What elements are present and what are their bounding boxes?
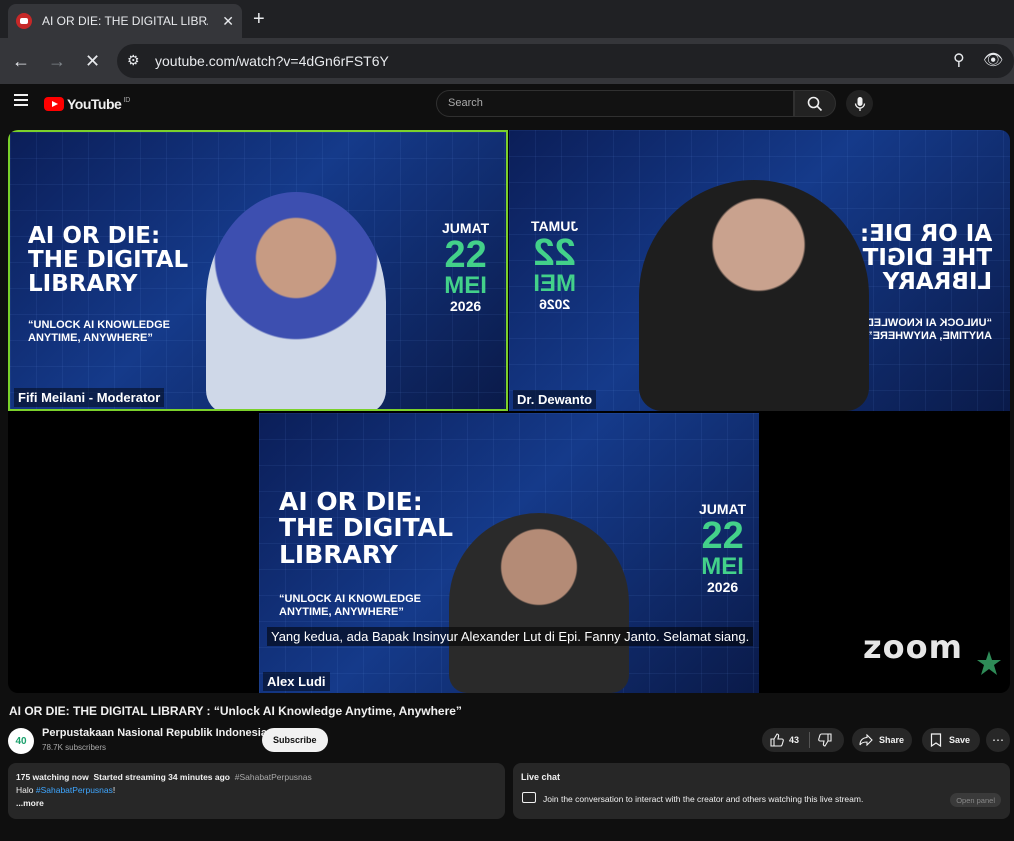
live-chat-title: Live chat xyxy=(521,772,561,782)
site-info-icon[interactable]: ⚙ xyxy=(127,52,145,70)
share-button[interactable]: Share xyxy=(852,728,912,752)
description-exclaim: ! xyxy=(112,785,116,795)
like-dislike-group: 43 xyxy=(762,728,844,752)
video-player[interactable]: AI OR DIE: THE DIGITAL LIBRARY “UNLOCK A… xyxy=(8,130,1010,693)
event-date-number: 22 xyxy=(701,515,744,557)
stop-loading-icon[interactable]: ✕ xyxy=(85,51,100,72)
event-month: MEI xyxy=(701,553,744,580)
event-date: JUMAT 22 MEI 2026 xyxy=(442,220,489,314)
browser-tab-strip: AI OR DIE: THE DIGITAL LIBRAR… ✕ + xyxy=(0,0,1014,38)
open-panel-button[interactable]: Open panel xyxy=(950,793,1001,807)
youtube-logo-text: YouTube xyxy=(67,96,122,112)
new-tab-button[interactable]: + xyxy=(253,8,265,31)
youtube-header: YouTube ID Search xyxy=(0,84,1014,124)
tab-title: AI OR DIE: THE DIGITAL LIBRAR… xyxy=(42,14,208,28)
country-code: ID xyxy=(123,96,131,104)
youtube-play-icon xyxy=(44,97,64,111)
event-date: JUMAT 22 MEI 2026 xyxy=(699,501,746,595)
live-chat-box: Live chat Join the conversation to inter… xyxy=(513,763,1010,819)
event-year: 2026 xyxy=(450,298,482,314)
description-box[interactable]: 175 watching now Started streaming 34 mi… xyxy=(8,763,505,819)
search-button[interactable] xyxy=(794,90,836,117)
browser-toolbar: ← → ✕ ⚙ youtube.com/watch?v=4dGn6rFST6Y … xyxy=(0,38,1014,84)
event-year: 2026 xyxy=(707,579,739,595)
url-text[interactable]: youtube.com/watch?v=4dGn6rFST6Y xyxy=(155,53,389,69)
thumbs-down-icon[interactable] xyxy=(818,733,832,747)
subscribe-button[interactable]: Subscribe xyxy=(262,728,328,752)
search-icon xyxy=(807,96,823,111)
participant-name: Alex Ludi xyxy=(263,672,330,691)
participant-tile-alex: AI OR DIE: THE DIGITAL LIBRARY “UNLOCK A… xyxy=(259,413,759,693)
more-actions-button[interactable]: ⋯ xyxy=(986,728,1010,752)
thumbs-up-icon[interactable] xyxy=(770,733,784,747)
event-subline: “UNLOCK AI KNOWLEDGE ANYTIME, ANYWHERE” xyxy=(279,593,421,619)
bookmark-icon xyxy=(930,733,942,747)
back-icon[interactable]: ← xyxy=(12,51,30,72)
zoom-icon[interactable]: ⚲ xyxy=(953,50,965,70)
event-date-number: 22 xyxy=(444,234,487,276)
show-more-link[interactable]: ...more xyxy=(16,797,497,810)
forward-icon[interactable]: → xyxy=(48,51,66,72)
event-year: 2026 xyxy=(539,296,571,312)
watching-count: 175 watching now xyxy=(16,772,89,782)
video-title: AI OR DIE: THE DIGITAL LIBRARY : “Unlock… xyxy=(9,704,462,718)
address-bar[interactable]: ⚙ youtube.com/watch?v=4dGn6rFST6Y ⚲ 👁 xyxy=(117,44,1014,78)
save-label: Save xyxy=(949,735,971,745)
participant-name: Dr. Dewanto xyxy=(513,390,597,409)
description-greeting: Halo xyxy=(16,785,34,795)
participant-tile-moderator: AI OR DIE: THE DIGITAL LIBRARY “UNLOCK A… xyxy=(8,130,508,411)
like-count[interactable]: 43 xyxy=(789,735,799,745)
event-date-number: 22 xyxy=(533,232,576,274)
youtube-logo[interactable]: YouTube ID xyxy=(44,96,130,112)
event-subline: “UNLOCK AI KNOWLEDGE ANYTIME, ANYWHERE” xyxy=(28,319,170,345)
save-button[interactable]: Save xyxy=(922,728,980,752)
participant-name: Fifi Meilani - Moderator xyxy=(14,388,165,407)
chat-bubble-icon xyxy=(522,792,536,803)
channel-info: 40 Perpustakaan Nasional Republik Indone… xyxy=(8,727,267,754)
event-month: MEI xyxy=(533,270,576,297)
zoom-watermark: zoom xyxy=(863,628,963,666)
description-hashtag-link[interactable]: #SahabatPerpusnas xyxy=(36,785,113,795)
channel-avatar[interactable]: 40 xyxy=(8,728,34,754)
star-logo-icon xyxy=(977,651,1001,675)
browser-tab[interactable]: AI OR DIE: THE DIGITAL LIBRAR… ✕ xyxy=(8,4,242,38)
divider xyxy=(809,732,811,748)
eye-off-icon[interactable]: 👁 xyxy=(983,50,1003,70)
speaker-video xyxy=(639,180,869,411)
search-input[interactable]: Search xyxy=(436,90,794,117)
more-dots-icon: ⋯ xyxy=(992,733,1004,747)
event-month: MEI xyxy=(444,272,487,299)
share-label: Share xyxy=(879,735,905,745)
share-icon xyxy=(859,734,873,746)
subtitle-caption: Yang kedua, ada Bapak Insinyur Alexander… xyxy=(267,627,754,646)
stream-started: Started streaming 34 minutes ago xyxy=(93,772,230,782)
participant-tile-dewanto: AI OR DIE: THE DIGITAL LIBRARY “UNLOCK A… xyxy=(509,130,1010,411)
description-hashtag[interactable]: #SahabatPerpusnas xyxy=(235,772,312,782)
tab-close-icon[interactable]: ✕ xyxy=(222,13,234,30)
description-text: Halo #SahabatPerpusnas! xyxy=(16,784,497,797)
speaker-video xyxy=(449,513,629,693)
search-placeholder: Search xyxy=(448,97,483,109)
event-headline: AI OR DIE: THE DIGITAL LIBRARY xyxy=(28,223,189,298)
hamburger-menu-icon[interactable] xyxy=(14,94,28,109)
event-headline: AI OR DIE: THE DIGITAL LIBRARY xyxy=(279,487,454,569)
youtube-favicon-icon xyxy=(16,13,32,29)
moderator-video xyxy=(206,192,386,409)
channel-name[interactable]: Perpustakaan Nasional Republik Indonesia xyxy=(42,727,267,739)
subscriber-count: 78.7K subscribers xyxy=(42,743,107,752)
voice-search-button[interactable] xyxy=(846,90,873,117)
live-chat-message: Join the conversation to interact with t… xyxy=(543,794,864,804)
description-stats: 175 watching now Started streaming 34 mi… xyxy=(16,771,497,784)
event-date: JUMAT 22 MEI 2026 xyxy=(531,218,578,312)
event-subline: “UNLOCK AI KNOWLEDGE ANYTIME, ANYWHERE” xyxy=(850,317,992,343)
microphone-icon xyxy=(854,96,865,111)
